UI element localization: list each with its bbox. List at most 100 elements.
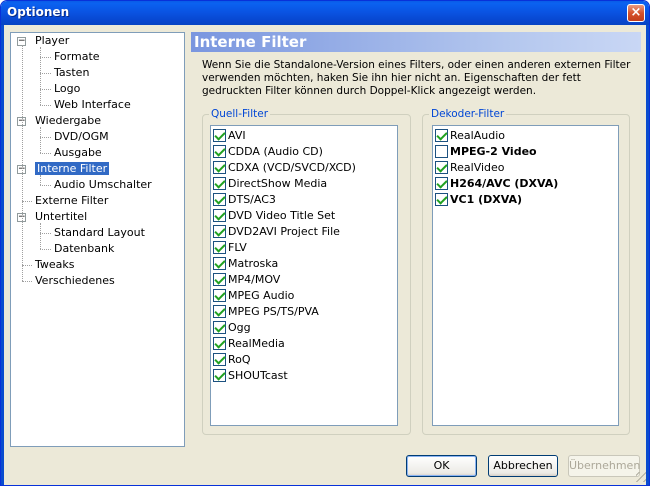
filter-item[interactable]: MPEG-2 Video — [435, 144, 537, 160]
tree-item[interactable]: Externe Filter — [35, 193, 108, 209]
tree-connector — [22, 201, 32, 202]
title-bar[interactable]: Optionen × — [1, 1, 649, 25]
filter-checkbox[interactable] — [435, 129, 448, 142]
filter-item[interactable]: DTS/AC3 — [213, 192, 276, 208]
filter-checkbox[interactable] — [213, 369, 226, 382]
tree-connector — [22, 265, 32, 266]
tree-item-label: Tweaks — [35, 258, 75, 271]
tree-connector — [40, 105, 51, 106]
tree-item[interactable]: Untertitel — [35, 209, 87, 225]
tree-item[interactable]: Standard Layout — [54, 225, 145, 241]
filter-item[interactable]: H264/AVC (DXVA) — [435, 176, 558, 192]
filter-checkbox[interactable] — [213, 177, 226, 190]
filter-item[interactable]: DVD Video Title Set — [213, 208, 335, 224]
filter-label: RealMedia — [228, 337, 285, 350]
filter-checkbox[interactable] — [213, 337, 226, 350]
window-border-right — [646, 25, 649, 485]
filter-label: MPEG PS/TS/PVA — [228, 305, 319, 318]
tree-connector — [40, 57, 51, 58]
filter-label: H264/AVC (DXVA) — [450, 177, 559, 190]
tree-connector — [40, 175, 41, 185]
filter-item[interactable]: Matroska — [213, 256, 278, 272]
source-filter-list[interactable]: AVI CDDA (Audio CD) CDXA (VCD/SVCD/XCD) Dir… — [210, 125, 398, 426]
tree-item-label: Wiedergabe — [35, 114, 102, 127]
filter-checkbox[interactable] — [435, 161, 448, 174]
apply-button[interactable]: Übernehmen — [568, 455, 640, 477]
filter-item[interactable]: Ogg — [213, 320, 251, 336]
close-icon[interactable]: × — [627, 4, 645, 22]
tree-item[interactable]: Verschiedenes — [35, 273, 115, 289]
tree-item[interactable]: Wiedergabe — [35, 113, 101, 129]
tree-item[interactable]: DVD/OGM — [54, 129, 109, 145]
tree-item[interactable]: Interne Filter — [35, 161, 110, 177]
tree-connector — [40, 153, 51, 154]
ok-button[interactable]: OK — [406, 455, 477, 477]
filter-checkbox[interactable] — [435, 145, 448, 158]
source-filter-group-title: Quell-Filter — [209, 108, 271, 120]
tree-item[interactable]: Tweaks — [35, 257, 75, 273]
tree-item[interactable]: Logo — [54, 81, 80, 97]
tree-item[interactable]: Tasten — [54, 65, 89, 81]
filter-checkbox[interactable] — [213, 353, 226, 366]
filter-item[interactable]: AVI — [213, 128, 246, 144]
decoder-filter-group: Dekoder-Filter RealAudio MPEG-2 Video Real… — [422, 108, 630, 435]
filter-item[interactable]: RealMedia — [213, 336, 285, 352]
filter-checkbox[interactable] — [213, 209, 226, 222]
filter-item[interactable]: RealVideo — [435, 160, 505, 176]
filter-item[interactable]: CDXA (VCD/SVCD/XCD) — [213, 160, 356, 176]
filter-item[interactable]: MPEG Audio — [213, 288, 294, 304]
filter-item[interactable]: MP4/MOV — [213, 272, 280, 288]
filter-item[interactable]: FLV — [213, 240, 247, 256]
filter-label: MPEG Audio — [228, 289, 295, 302]
resize-grip[interactable] — [636, 472, 646, 482]
filter-checkbox[interactable] — [213, 161, 226, 174]
filter-label: CDDA (Audio CD) — [228, 145, 323, 158]
tree-item[interactable]: Datenbank — [54, 241, 114, 257]
options-tree[interactable]: Player − Formate Tasten Logo Web Interface Wie… — [10, 32, 185, 447]
filter-checkbox[interactable] — [213, 321, 226, 334]
cancel-button[interactable]: Abbrechen — [488, 455, 558, 477]
filter-checkbox[interactable] — [213, 241, 226, 254]
filter-checkbox[interactable] — [213, 289, 226, 302]
tree-item-label: Ausgabe — [54, 146, 102, 159]
tree-connector — [40, 47, 41, 105]
decoder-filter-group-title: Dekoder-Filter — [429, 108, 507, 120]
tree-item-label: Interne Filter — [35, 162, 110, 175]
filter-item[interactable]: DVD2AVI Project File — [213, 224, 340, 240]
filter-checkbox[interactable] — [435, 193, 448, 206]
tree-connector — [40, 127, 41, 153]
filter-item[interactable]: SHOUTcast — [213, 368, 288, 384]
tree-item[interactable]: Audio Umschalter — [54, 177, 152, 193]
filter-label: MP4/MOV — [228, 273, 281, 286]
filter-item[interactable]: RealAudio — [435, 128, 505, 144]
panel-header: Interne Filter — [191, 32, 641, 52]
filter-checkbox[interactable] — [213, 305, 226, 318]
tree-connector — [40, 223, 41, 249]
filter-checkbox[interactable] — [213, 257, 226, 270]
filter-checkbox[interactable] — [213, 273, 226, 286]
decoder-filter-list[interactable]: RealAudio MPEG-2 Video RealVideo H264/AVC (… — [432, 125, 619, 426]
tree-item-label: Tasten — [54, 66, 90, 79]
tree-item-label: Formate — [54, 50, 100, 63]
tree-connector — [40, 249, 51, 250]
tree-item-label: Player — [35, 34, 70, 47]
tree-item-label: DVD/OGM — [54, 130, 109, 143]
filter-checkbox[interactable] — [435, 177, 448, 190]
filter-label: AVI — [228, 129, 246, 142]
filter-item[interactable]: MPEG PS/TS/PVA — [213, 304, 319, 320]
filter-checkbox[interactable] — [213, 193, 226, 206]
tree-item[interactable]: Web Interface — [54, 97, 131, 113]
tree-item-label: Verschiedenes — [35, 274, 115, 287]
filter-checkbox[interactable] — [213, 145, 226, 158]
filter-checkbox[interactable] — [213, 129, 226, 142]
tree-item[interactable]: Formate — [54, 49, 100, 65]
tree-item-label: Standard Layout — [54, 226, 145, 239]
filter-item[interactable]: CDDA (Audio CD) — [213, 144, 323, 160]
tree-connector — [22, 281, 32, 282]
tree-item[interactable]: Ausgabe — [54, 145, 102, 161]
filter-item[interactable]: DirectShow Media — [213, 176, 327, 192]
filter-item[interactable]: RoQ — [213, 352, 251, 368]
filter-item[interactable]: VC1 (DXVA) — [435, 192, 522, 208]
tree-connector — [40, 137, 51, 138]
filter-checkbox[interactable] — [213, 225, 226, 238]
